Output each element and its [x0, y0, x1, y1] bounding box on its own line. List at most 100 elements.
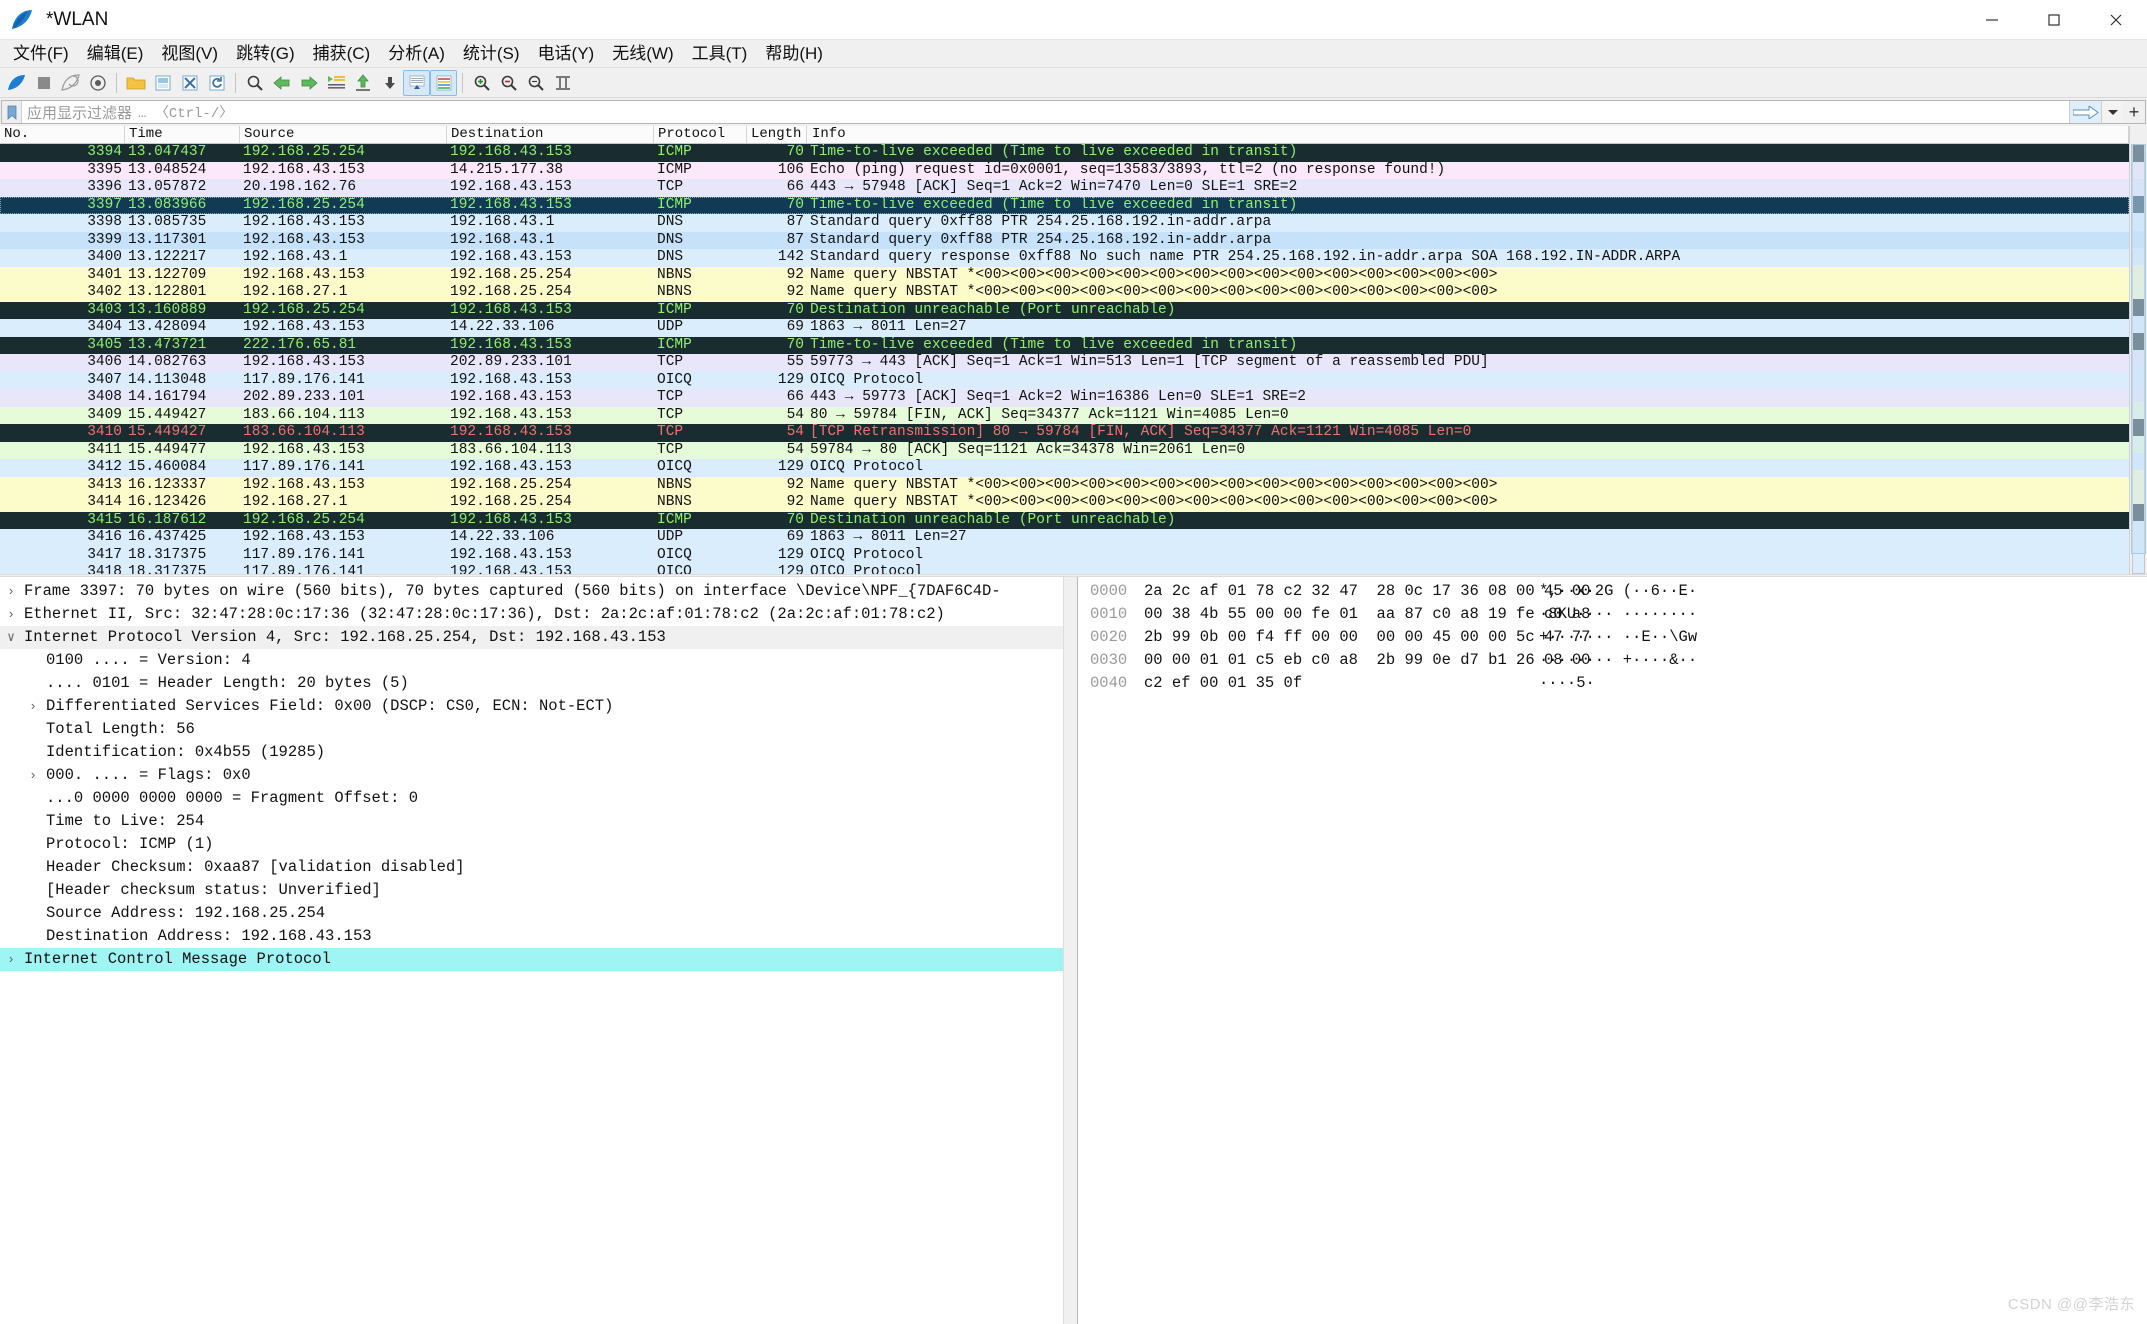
menu-file[interactable]: 文件(F) — [4, 41, 78, 67]
go-to-last-icon[interactable] — [376, 70, 403, 96]
zoom-reset-icon[interactable] — [522, 70, 549, 96]
menu-view[interactable]: 视图(V) — [152, 41, 227, 67]
packet-row[interactable]: 3406 14.082763 192.168.43.153 202.89.233.10… — [0, 354, 2129, 372]
packet-row[interactable]: 3415 16.187612 192.168.25.254 192.168.43.15… — [0, 511, 2129, 529]
packet-row[interactable]: 3407 14.113048 117.89.176.141 192.168.43.15… — [0, 371, 2129, 389]
colorize-icon[interactable] — [430, 69, 457, 96]
packet-row[interactable]: 3409 15.449427 183.66.104.113 192.168.43.15… — [0, 406, 2129, 424]
detail-tree-row[interactable]: Destination Address: 192.168.43.153 — [0, 925, 1063, 948]
detail-tree-row[interactable]: › Internet Control Message Protocol — [0, 948, 1063, 971]
packet-row[interactable]: 3404 13.428094 192.168.43.153 14.22.33.106 U… — [0, 319, 2129, 337]
hex-dump-row[interactable]: 0000 2a 2c af 01 78 c2 32 47 28 0c 17 36 … — [1078, 580, 2147, 603]
auto-scroll-icon[interactable] — [403, 69, 430, 96]
packet-detail-pane[interactable]: › Frame 3397: 70 bytes on wire (560 bits)… — [0, 577, 1078, 1324]
resize-columns-icon[interactable] — [549, 70, 576, 96]
packet-row[interactable]: 3416 16.437425 192.168.43.153 14.22.33.106 U… — [0, 529, 2129, 547]
hex-dump-row[interactable]: 0030 00 00 01 01 c5 eb c0 a8 2b 99 0e d7 … — [1078, 649, 2147, 672]
menu-tools[interactable]: 工具(T) — [683, 41, 757, 67]
detail-tree-row[interactable]: Identification: 0x4b55 (19285) — [0, 741, 1063, 764]
column-header-destination[interactable]: Destination — [447, 126, 654, 143]
detail-tree-row[interactable]: Header Checksum: 0xaa87 [validation disa… — [0, 856, 1063, 879]
go-forward-icon[interactable] — [295, 70, 322, 96]
detail-tree-row[interactable]: Total Length: 56 — [0, 718, 1063, 741]
packet-row[interactable]: 3417 18.317375 117.89.176.141 192.168.43.15… — [0, 546, 2129, 564]
packet-row[interactable]: 3405 13.473721 222.176.65.81 192.168.43.153… — [0, 336, 2129, 354]
column-header-source[interactable]: Source — [240, 126, 447, 143]
detail-tree-row[interactable]: › Differentiated Services Field: 0x00 (DS… — [0, 695, 1063, 718]
minimize-button[interactable] — [1961, 0, 2023, 40]
packet-row[interactable]: 3412 15.460084 117.89.176.141 192.168.43.15… — [0, 459, 2129, 477]
stop-capture-icon[interactable] — [30, 70, 57, 96]
column-header-length[interactable]: Length — [747, 126, 807, 143]
zoom-in-icon[interactable] — [468, 70, 495, 96]
packet-row[interactable]: 3413 16.123337 192.168.43.153 192.168.25.25… — [0, 476, 2129, 494]
hex-dump-row[interactable]: 0020 2b 99 0b 00 f4 ff 00 00 00 00 45 00 … — [1078, 626, 2147, 649]
add-filter-button[interactable]: + — [2123, 101, 2145, 123]
filter-input[interactable]: 应用显示过滤器 … 〈Ctrl-/〉 — [22, 101, 2069, 123]
capture-options-icon[interactable] — [84, 70, 111, 96]
column-header-info[interactable]: Info — [807, 126, 2129, 143]
chevron-right-icon[interactable]: › — [0, 580, 22, 603]
scrollbar-thumb[interactable] — [2131, 144, 2146, 554]
zoom-out-icon[interactable] — [495, 70, 522, 96]
close-button[interactable] — [2085, 0, 2147, 40]
packet-row[interactable]: 3414 16.123426 192.168.27.1 192.168.25.254 N… — [0, 494, 2129, 512]
chevron-right-icon[interactable]: › — [22, 695, 44, 718]
packet-bytes-pane[interactable]: 0000 2a 2c af 01 78 c2 32 47 28 0c 17 36 … — [1078, 577, 2147, 1324]
restart-capture-icon[interactable] — [57, 70, 84, 96]
packet-row[interactable]: 3410 15.449427 183.66.104.113 192.168.43.15… — [0, 424, 2129, 442]
hex-dump[interactable]: 0000 2a 2c af 01 78 c2 32 47 28 0c 17 36 … — [1078, 580, 2147, 1324]
detail-tree-row[interactable]: [Header checksum status: Unverified] — [0, 879, 1063, 902]
chevron-down-icon[interactable]: ∨ — [0, 626, 22, 649]
chevron-right-icon[interactable]: › — [0, 948, 22, 971]
packet-row[interactable]: 3411 15.449477 192.168.43.153 183.66.104.11… — [0, 441, 2129, 459]
packet-row[interactable]: 3398 13.085735 192.168.43.153 192.168.43.1 D… — [0, 214, 2129, 232]
go-to-first-icon[interactable] — [349, 70, 376, 96]
close-file-icon[interactable] — [176, 70, 203, 96]
chevron-down-icon[interactable] — [2101, 101, 2123, 123]
menu-analyze[interactable]: 分析(A) — [379, 41, 454, 67]
menu-wireless[interactable]: 无线(W) — [603, 41, 682, 67]
detail-tree-row[interactable]: › Frame 3397: 70 bytes on wire (560 bits)… — [0, 580, 1063, 603]
menu-go[interactable]: 跳转(G) — [227, 41, 304, 67]
packet-row[interactable]: 3395 13.048524 192.168.43.153 14.215.177.38… — [0, 161, 2129, 179]
packet-row[interactable]: 3394 13.047437 192.168.25.254 192.168.43.15… — [0, 144, 2129, 162]
menu-capture[interactable]: 捕获(C) — [304, 41, 380, 67]
detail-tree-row[interactable]: Protocol: ICMP (1) — [0, 833, 1063, 856]
detail-tree-row[interactable]: 0100 .... = Version: 4 — [0, 649, 1063, 672]
hex-dump-row[interactable]: 0040 c2 ef 00 01 35 0f ····5· — [1078, 672, 2147, 695]
detail-tree-row[interactable]: Source Address: 192.168.25.254 — [0, 902, 1063, 925]
detail-tree-row[interactable]: Time to Live: 254 — [0, 810, 1063, 833]
column-header-time[interactable]: Time — [125, 126, 240, 143]
packet-detail-tree[interactable]: › Frame 3397: 70 bytes on wire (560 bits)… — [0, 577, 1063, 1324]
packet-row[interactable]: 3408 14.161794 202.89.233.101 192.168.43.15… — [0, 389, 2129, 407]
chevron-right-icon[interactable]: › — [22, 764, 44, 787]
detail-tree-row[interactable]: ∨ Internet Protocol Version 4, Src: 192.1… — [0, 626, 1063, 649]
apply-filter-arrow-icon[interactable] — [2069, 101, 2101, 123]
packet-row[interactable]: 3403 13.160889 192.168.25.254 192.168.43.15… — [0, 301, 2129, 319]
column-header-no[interactable]: No. — [0, 126, 125, 143]
menu-statistics[interactable]: 统计(S) — [454, 41, 529, 67]
maximize-button[interactable] — [2023, 0, 2085, 40]
packet-list[interactable]: No. Time Source Destination Protocol Len… — [0, 126, 2129, 574]
packet-row[interactable]: 3418 18.317375 117.89.176.141 192.168.43.15… — [0, 564, 2129, 574]
packet-row[interactable]: 3399 13.117301 192.168.43.153 192.168.43.1 D… — [0, 231, 2129, 249]
go-back-icon[interactable] — [268, 70, 295, 96]
packet-row[interactable]: 3401 13.122709 192.168.43.153 192.168.25.25… — [0, 266, 2129, 284]
save-file-icon[interactable] — [149, 70, 176, 96]
chevron-right-icon[interactable]: › — [0, 603, 22, 626]
packet-row[interactable]: 3397 13.083966 192.168.25.254 192.168.43.15… — [0, 196, 2129, 214]
packet-row[interactable]: 3402 13.122801 192.168.27.1 192.168.25.254 N… — [0, 284, 2129, 302]
reload-file-icon[interactable] — [203, 70, 230, 96]
go-to-packet-icon[interactable] — [322, 70, 349, 96]
find-packet-icon[interactable] — [241, 70, 268, 96]
start-capture-icon[interactable] — [3, 70, 30, 96]
hex-dump-row[interactable]: 0010 00 38 4b 55 00 00 fe 01 aa 87 c0 a8 … — [1078, 603, 2147, 626]
detail-tree-row[interactable]: ...0 0000 0000 0000 = Fragment Offset: 0 — [0, 787, 1063, 810]
detail-scrollbar[interactable] — [1063, 577, 1077, 1324]
packet-row[interactable]: 3400 13.122217 192.168.43.1 192.168.43.153 D… — [0, 249, 2129, 267]
packet-list-scrollbar[interactable] — [2129, 126, 2147, 574]
detail-tree-row[interactable]: .... 0101 = Header Length: 20 bytes (5) — [0, 672, 1063, 695]
bookmark-icon[interactable] — [2, 101, 22, 123]
menu-telephony[interactable]: 电话(Y) — [529, 41, 604, 67]
